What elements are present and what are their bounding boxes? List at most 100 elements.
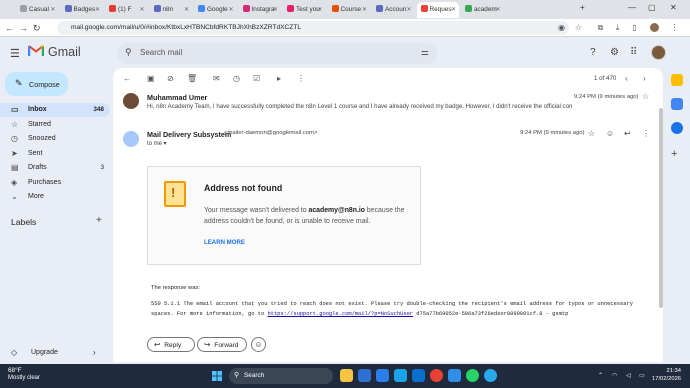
sidebar-item-more[interactable]: ⌄ More [0, 190, 110, 204]
tray-chevron-icon[interactable]: ⌃ [598, 372, 603, 379]
wifi-icon[interactable]: ◠ [612, 372, 617, 379]
app-icon[interactable] [448, 369, 461, 382]
emoji-button[interactable]: ☺ [251, 337, 266, 352]
sender-name[interactable]: Mail Delivery Subsystem [147, 130, 231, 139]
archive-icon[interactable]: ▣ [147, 74, 155, 83]
add-label-icon[interactable]: + [96, 215, 102, 226]
message-snippet[interactable]: Hi, n8n Academy Team, I have successfull… [147, 103, 572, 110]
close-tab-icon[interactable]: ✕ [273, 2, 278, 18]
tasks-icon[interactable] [671, 98, 683, 110]
battery-icon[interactable]: ▭ [639, 372, 645, 379]
whatsapp-icon[interactable] [466, 369, 479, 382]
compose-button[interactable]: ✎ Compose [5, 72, 68, 96]
back-to-inbox-icon[interactable]: ← [123, 74, 131, 83]
sidebar-item-inbox[interactable]: ▭ Inbox 348 [0, 103, 110, 117]
browser-tab[interactable]: Reques ✕ [416, 2, 459, 18]
recipient-line[interactable]: to me ▾ [147, 140, 167, 147]
taskbar-search[interactable]: ⚲ Search [229, 368, 333, 384]
settings-gear-icon[interactable]: ⚙ [610, 47, 619, 58]
close-tab-icon[interactable]: ✕ [495, 2, 500, 18]
upgrade-button[interactable]: ◇ Upgrade › [0, 346, 110, 360]
chrome-icon[interactable] [430, 369, 443, 382]
learn-more-link[interactable]: LEARN MORE [204, 239, 245, 246]
more-options-icon[interactable]: ⋮ [642, 129, 650, 138]
forward-icon[interactable]: → [19, 22, 28, 34]
support-link[interactable]: https://support.google.com/mail/?p=NoSuc… [267, 311, 413, 317]
minimize-button[interactable]: — [628, 3, 636, 12]
close-tab-icon[interactable]: ✕ [228, 2, 233, 18]
close-tab-icon[interactable]: ✕ [317, 2, 322, 18]
sidebar-item-purchases[interactable]: ◈ Purchases [0, 176, 110, 190]
bookmark-star-icon[interactable]: ☆ [574, 23, 583, 32]
older-icon[interactable]: › [643, 74, 646, 83]
volume-icon[interactable]: ◁ [626, 372, 631, 379]
reload-icon[interactable]: ↻ [33, 22, 41, 34]
search-icon[interactable]: ⚲ [125, 47, 132, 58]
star-icon[interactable]: ☆ [588, 129, 595, 138]
download-icon[interactable]: ⤓ [613, 23, 622, 32]
contacts-icon[interactable] [671, 122, 683, 134]
browser-tab[interactable]: n8n ✕ [150, 2, 193, 18]
forward-button[interactable]: ↪ Forward [197, 337, 247, 352]
close-tab-icon[interactable]: ✕ [95, 2, 100, 18]
search-options-icon[interactable]: ⚌ [421, 47, 429, 58]
browser-tab[interactable]: Accoun ✕ [372, 2, 415, 18]
back-icon[interactable]: ← [5, 22, 14, 34]
maximize-button[interactable]: ▢ [648, 3, 656, 12]
snooze-icon[interactable]: ◷ [233, 74, 240, 83]
report-spam-icon[interactable]: ⊘ [167, 74, 174, 83]
telegram-icon[interactable] [484, 369, 497, 382]
browser-tab[interactable]: Badges ✕ [61, 2, 104, 18]
browser-tab[interactable]: Casual ✕ [16, 2, 59, 18]
account-avatar[interactable] [651, 45, 666, 60]
browser-tab[interactable]: academ ✕ [461, 2, 504, 18]
profile-avatar[interactable] [650, 23, 659, 32]
sidebar-item-sent[interactable]: ➤ Sent [0, 147, 110, 161]
add-task-icon[interactable]: ☑ [253, 74, 260, 83]
delete-icon[interactable]: 🗑 [187, 74, 197, 83]
eye-icon[interactable]: ◉ [557, 23, 566, 32]
app-icon[interactable] [358, 369, 371, 382]
system-clock[interactable]: 21:34 17/02/2026 [652, 368, 681, 383]
close-tab-icon[interactable]: ✕ [184, 2, 189, 18]
browser-tab[interactable]: Google ✕ [194, 2, 237, 18]
edge-icon[interactable] [394, 369, 407, 382]
windows-start-icon[interactable] [212, 371, 222, 381]
star-icon[interactable]: ☆ [642, 92, 649, 101]
sidepanel-icon[interactable]: ▯ [630, 23, 639, 32]
close-tab-icon[interactable]: ✕ [50, 2, 55, 18]
store-icon[interactable] [412, 369, 425, 382]
close-tab-icon[interactable]: ✕ [139, 2, 144, 18]
browser-tab[interactable]: Course ✕ [328, 2, 371, 18]
hamburger-menu-icon[interactable]: ☰ [10, 47, 20, 60]
kebab-menu-icon[interactable]: ⋮ [670, 23, 679, 32]
sidebar-item-snoozed[interactable]: ◷ Snoozed [0, 132, 110, 146]
browser-tab[interactable]: (1) F ✕ [105, 2, 148, 18]
close-tab-icon[interactable]: ✕ [362, 2, 367, 18]
help-icon[interactable]: ? [590, 47, 596, 58]
keep-icon[interactable] [671, 74, 683, 86]
close-window-button[interactable]: ✕ [670, 3, 677, 12]
scrollbar[interactable] [659, 108, 663, 308]
close-tab-icon[interactable]: ✕ [406, 2, 411, 18]
mail-app-icon[interactable] [376, 369, 389, 382]
reply-icon[interactable]: ↩ [624, 129, 631, 138]
mark-unread-icon[interactable]: ✉ [213, 74, 220, 83]
move-to-icon[interactable]: ▸ [277, 74, 281, 83]
sender-name[interactable]: Muhammad Umer [147, 93, 207, 102]
apps-grid-icon[interactable]: ⠿ [630, 47, 637, 58]
reply-button[interactable]: ↩ Reply [147, 337, 195, 352]
browser-tab[interactable]: Test you ✕ [283, 2, 326, 18]
more-options-icon[interactable]: ⋮ [297, 74, 305, 83]
url-bar[interactable]: mail.google.com/mail/u/0/#inbox/KtbxLxHT… [57, 21, 569, 35]
newer-icon[interactable]: ‹ [625, 74, 628, 83]
close-tab-icon[interactable]: ✕ [451, 2, 456, 18]
new-tab-button[interactable]: + [580, 3, 585, 12]
emoji-react-icon[interactable]: ☺ [606, 129, 614, 138]
sidebar-item-drafts[interactable]: ▤ Drafts 3 [0, 161, 110, 175]
weather-widget[interactable]: 68°F Mostly clear [8, 367, 40, 382]
file-explorer-icon[interactable] [340, 369, 353, 382]
sidebar-item-starred[interactable]: ☆ Starred [0, 118, 110, 132]
add-addon-icon[interactable]: + [671, 148, 683, 160]
browser-tab[interactable]: Instagra ✕ [239, 2, 282, 18]
